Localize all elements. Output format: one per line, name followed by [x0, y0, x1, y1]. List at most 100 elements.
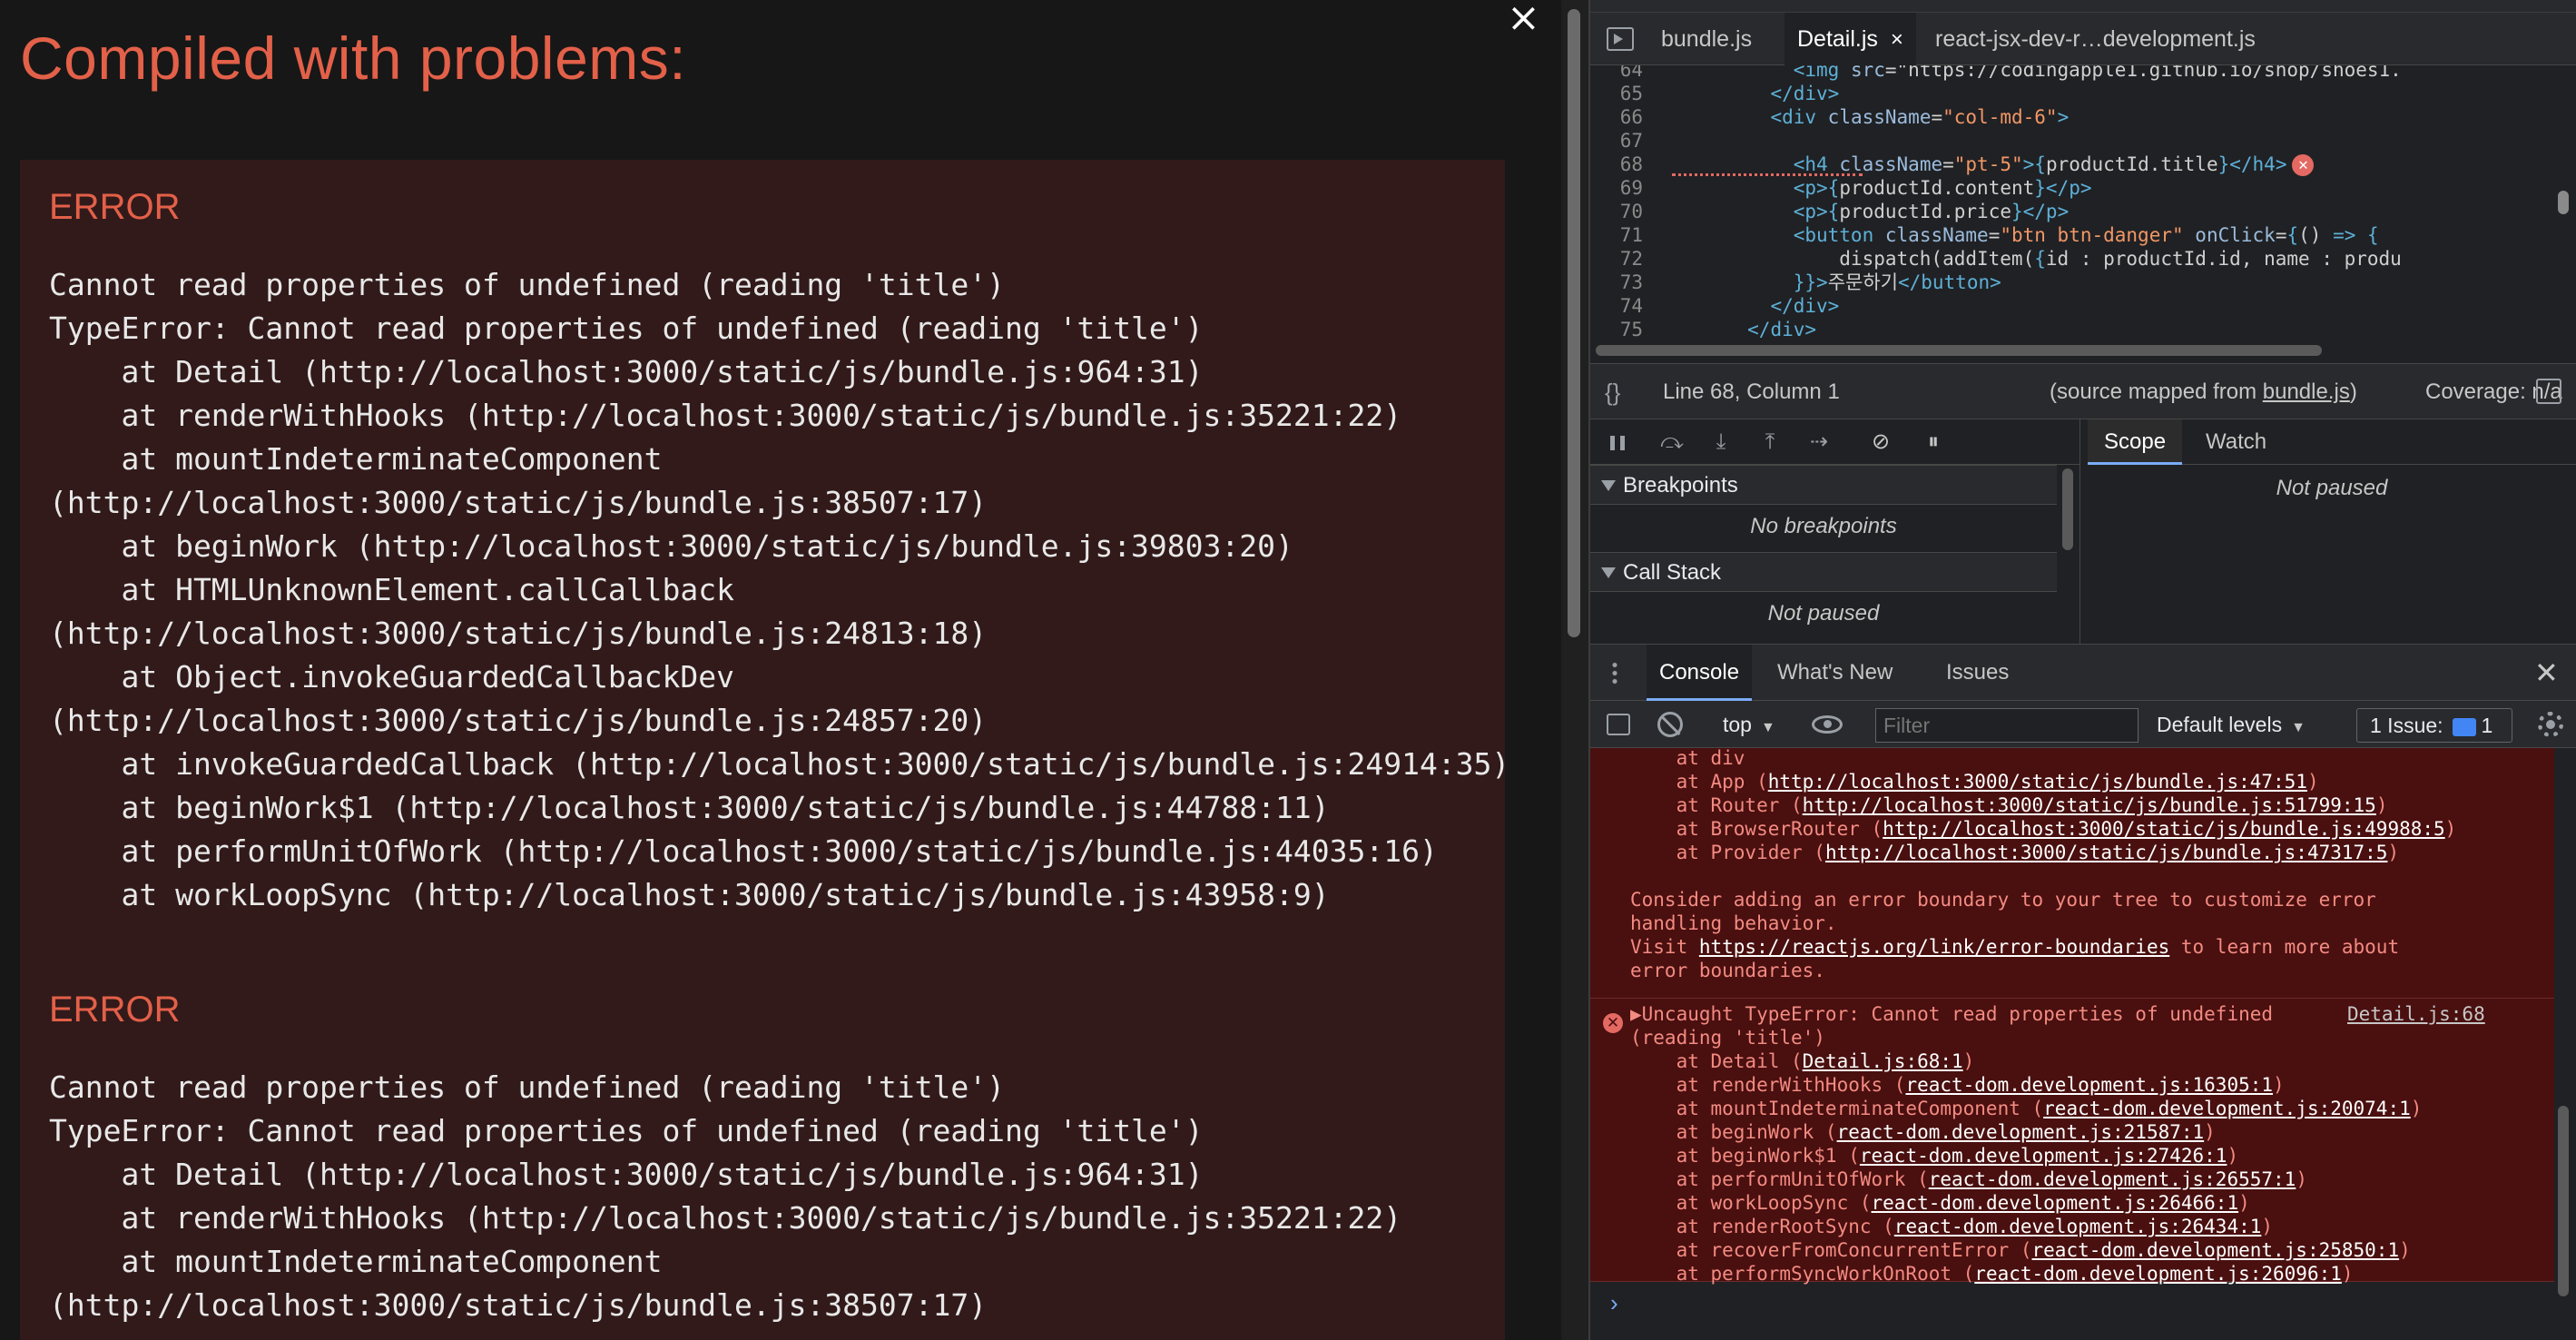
show-console-sidebar-icon[interactable]	[1607, 714, 1630, 735]
code-line[interactable]: 72 dispatch(addItem({id : productId.id, …	[1590, 247, 2554, 271]
console-link[interactable]: react-dom.development.js:26557:1	[1929, 1168, 2296, 1190]
console-line: at beginWork (react-dom.development.js:2…	[1630, 1121, 2216, 1143]
error-stack: Cannot read properties of undefined (rea…	[49, 1066, 1401, 1327]
toggle-navigator-icon[interactable]	[1607, 27, 1634, 51]
pause-on-exceptions-icon[interactable]: ⏸	[1919, 429, 1948, 456]
line-number[interactable]: 66	[1590, 105, 1656, 129]
code-line[interactable]: 69 <p>{productId.content}</p>	[1590, 176, 2554, 200]
error-list: ERROR Cannot read properties of undefine…	[20, 160, 1509, 1340]
code-line[interactable]: 64 <img src="https://codingapple1.github…	[1590, 65, 2554, 82]
console-scrollbar[interactable]	[2558, 1106, 2569, 1296]
code-line[interactable]: 75 </div>	[1590, 318, 2554, 338]
console-source-link[interactable]: Detail.js:68	[2347, 1002, 2485, 1026]
line-number[interactable]: 65	[1590, 82, 1656, 105]
code-horizontal-scrollbar[interactable]	[1596, 345, 2322, 356]
code-line[interactable]: 70 <p>{productId.price}</p>	[1590, 200, 2554, 223]
code-vertical-scrollbar[interactable]	[2558, 191, 2569, 214]
step-into-icon[interactable]: ⤓	[1706, 429, 1735, 456]
line-number[interactable]: 70	[1590, 200, 1656, 223]
overlay-close-icon[interactable]: ×	[1507, 0, 1540, 41]
log-levels-dropdown[interactable]: Default levels ▼	[2157, 701, 2306, 748]
line-number[interactable]: 71	[1590, 223, 1656, 247]
more-options-icon[interactable]	[1612, 661, 1617, 685]
close-tab-icon[interactable]: ×	[1891, 27, 1903, 52]
debugger-scrollbar[interactable]	[2062, 468, 2073, 550]
live-expression-eye-icon[interactable]	[1812, 715, 1843, 734]
tab-watch[interactable]: Watch	[2189, 419, 2283, 465]
step-out-icon[interactable]: ⤒	[1755, 429, 1785, 456]
tab-issues[interactable]: Issues	[1933, 645, 2021, 701]
line-number[interactable]: 67	[1590, 129, 1656, 153]
console-link[interactable]: react-dom.development.js:25850:1	[2032, 1239, 2400, 1261]
context-selector[interactable]: top ▼	[1723, 701, 1775, 748]
source-code-editor[interactable]: 64 <img src="https://codingapple1.github…	[1590, 65, 2554, 338]
code-line[interactable]: 68 <h4 className="pt-5">{productId.title…	[1590, 153, 2554, 176]
line-number[interactable]: 74	[1590, 294, 1656, 318]
console-line: at mountIndeterminateComponent (react-do…	[1630, 1098, 2423, 1119]
pause-icon[interactable]	[1610, 436, 1625, 450]
console-output[interactable]: at div at App (http://localhost:3000/sta…	[1590, 747, 2576, 1340]
tab-react-jsx-dev-runtime[interactable]: react-jsx-dev-r…development.js	[1924, 13, 2266, 65]
console-link[interactable]: react-dom.development.js:21587:1	[1837, 1121, 2205, 1143]
source-map-link[interactable]: bundle.js	[2263, 379, 2350, 404]
console-link[interactable]: https://reactjs.org/link/error-boundarie…	[1699, 936, 2169, 958]
console-line: at renderRootSync (react-dom.development…	[1630, 1216, 2274, 1237]
code-line[interactable]: 67	[1590, 129, 2554, 153]
tab-bundle-js[interactable]: bundle.js	[1650, 13, 1763, 65]
source-file-tabs: bundle.js Detail.js × react-jsx-dev-r…dev…	[1590, 13, 2576, 65]
tab-label: Detail.js	[1797, 26, 1878, 52]
error-overlay: Compiled with problems: × ERROR Cannot r…	[0, 0, 1561, 1340]
console-link[interactable]: react-dom.development.js:27426:1	[1860, 1145, 2227, 1167]
console-line: handling behavior.	[1630, 912, 1837, 934]
line-number[interactable]: 64	[1590, 65, 1656, 82]
line-number[interactable]: 69	[1590, 176, 1656, 200]
stack-line: at renderWithHooks (http://localhost:300…	[49, 1200, 1402, 1236]
toggle-debugger-sidebar-icon[interactable]	[2536, 379, 2561, 404]
scope-status: Not paused	[2276, 476, 2388, 500]
tab-detail-js[interactable]: Detail.js ×	[1785, 13, 1916, 65]
clear-console-icon[interactable]	[1657, 712, 1683, 737]
console-link[interactable]: react-dom.development.js:20074:1	[2043, 1098, 2411, 1119]
stack-line: at beginWork$1 (http://localhost:3000/st…	[49, 790, 1330, 825]
console-link[interactable]: react-dom.development.js:16305:1	[1905, 1074, 2273, 1096]
console-link[interactable]: react-dom.development.js:26096:1	[1974, 1263, 2342, 1285]
pretty-print-icon[interactable]: {}	[1605, 364, 1620, 420]
tab-whats-new[interactable]: What's New	[1765, 645, 1905, 701]
issues-counter-button[interactable]: 1 Issue: 1	[2356, 708, 2512, 743]
close-drawer-icon[interactable]: ✕	[2534, 645, 2559, 701]
stack-line: (http://localhost:3000/static/js/bundle.…	[49, 703, 988, 738]
overlay-scrollbar-thumb[interactable]	[1568, 9, 1580, 637]
console-link[interactable]: http://localhost:3000/static/js/bundle.j…	[1825, 842, 2388, 863]
inline-error-icon[interactable]: ✕	[2292, 154, 2315, 176]
line-number[interactable]: 75	[1590, 318, 1656, 338]
console-link[interactable]: http://localhost:3000/static/js/bundle.j…	[1803, 794, 2376, 816]
deactivate-breakpoints-icon[interactable]: ⊘	[1866, 429, 1895, 456]
console-link[interactable]: http://localhost:3000/static/js/bundle.j…	[1883, 818, 2445, 840]
stack-line: (http://localhost:3000/static/js/bundle.…	[49, 485, 988, 520]
code-line[interactable]: 73 }}>주문하기</button>	[1590, 271, 2554, 294]
breakpoints-section-header[interactable]: Breakpoints	[1590, 465, 2057, 505]
console-link[interactable]: react-dom.development.js:26434:1	[1894, 1216, 2262, 1237]
console-settings-gear-icon[interactable]	[2538, 712, 2563, 737]
line-number[interactable]: 72	[1590, 247, 1656, 271]
call-stack-section-header[interactable]: Call Stack	[1590, 552, 2057, 592]
console-filter-input[interactable]	[1875, 708, 2138, 743]
console-link[interactable]: http://localhost:3000/static/js/bundle.j…	[1768, 771, 2307, 793]
step-over-icon[interactable]: ⤼	[1657, 429, 1686, 456]
console-error-summary[interactable]: ▶Uncaught TypeError: Cannot read propert…	[1630, 1002, 2273, 1026]
code-line[interactable]: 71 <button className="btn btn-danger" on…	[1590, 223, 2554, 247]
line-number[interactable]: 68	[1590, 153, 1656, 176]
console-link[interactable]: Detail.js:68:1	[1803, 1050, 1963, 1072]
tab-console[interactable]: Console	[1647, 645, 1753, 701]
step-icon[interactable]: ⇢	[1804, 429, 1834, 456]
tab-scope[interactable]: Scope	[2088, 419, 2183, 465]
code-line[interactable]: 74 </div>	[1590, 294, 2554, 318]
console-prompt-icon[interactable]: ›	[1610, 1289, 1618, 1317]
console-link[interactable]: react-dom.development.js:26466:1	[1872, 1192, 2239, 1214]
cursor-position: Line 68, Column 1	[1663, 379, 1840, 404]
line-number[interactable]: 73	[1590, 271, 1656, 294]
code-line[interactable]: 65 </div>	[1590, 82, 2554, 105]
code-line[interactable]: 66 <div className="col-md-6">	[1590, 105, 2554, 129]
error-heading: ERROR	[49, 990, 181, 1030]
source-status-bar: {} Line 68, Column 1 (source mapped from…	[1590, 363, 2576, 419]
